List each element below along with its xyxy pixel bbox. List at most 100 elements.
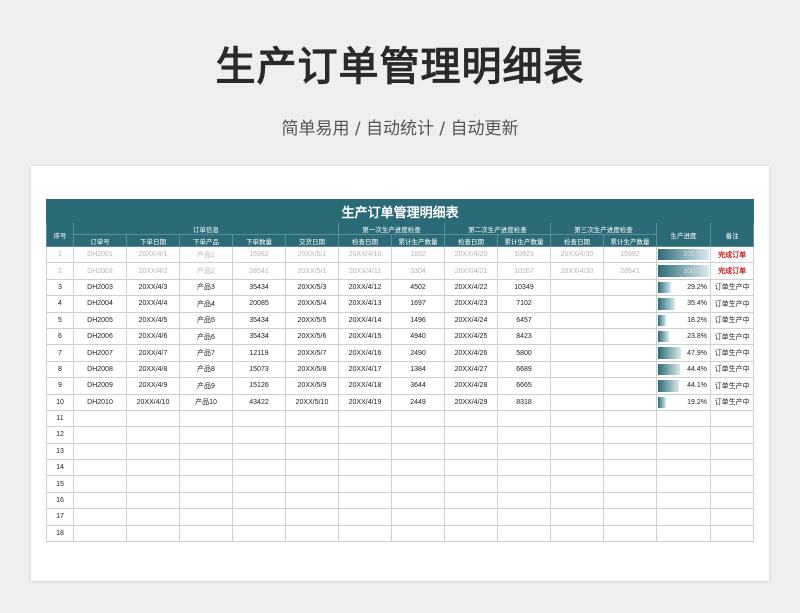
- cell-empty[interactable]: [338, 442, 392, 461]
- cell-c2q[interactable]: 10923: [497, 245, 551, 264]
- cell-qty[interactable]: 35434: [232, 311, 286, 329]
- cell-c2q[interactable]: 6457: [497, 311, 551, 329]
- cell-c2q[interactable]: 7102: [497, 295, 551, 313]
- cell-empty[interactable]: [179, 442, 233, 461]
- cell-empty[interactable]: [232, 409, 286, 428]
- cell-c3q[interactable]: [603, 311, 657, 329]
- cell-empty[interactable]: [497, 459, 551, 477]
- cell-empty[interactable]: [550, 426, 604, 444]
- cell-order[interactable]: DH2002: [73, 262, 127, 280]
- cell-empty[interactable]: [497, 409, 551, 428]
- cell-empty[interactable]: [179, 459, 233, 477]
- cell-qty[interactable]: 35434: [232, 327, 286, 346]
- cell-empty[interactable]: [709, 442, 755, 461]
- cell-empty[interactable]: [285, 491, 339, 510]
- cell-empty[interactable]: [444, 442, 498, 461]
- cell-product[interactable]: 产品10: [179, 393, 233, 411]
- cell-empty[interactable]: [285, 409, 339, 428]
- cell-empty[interactable]: [126, 491, 180, 510]
- cell-empty[interactable]: [179, 475, 233, 493]
- cell-c1q[interactable]: 4940: [391, 327, 445, 346]
- cell-empty[interactable]: [338, 524, 392, 543]
- cell-delivery[interactable]: 20XX/5/7: [285, 344, 339, 362]
- cell-empty[interactable]: [497, 524, 551, 543]
- cell-delivery[interactable]: 20XX/5/4: [285, 295, 339, 313]
- cell-empty[interactable]: [391, 442, 445, 461]
- cell-qty[interactable]: 15073: [232, 360, 286, 379]
- cell-no[interactable]: 8: [46, 360, 74, 379]
- cell-c2q[interactable]: 10267: [497, 262, 551, 280]
- cell-empty[interactable]: [709, 459, 755, 477]
- cell-order[interactable]: DH2008: [73, 360, 127, 379]
- cell-c2d[interactable]: 20XX/4/27: [444, 360, 498, 379]
- cell-delivery[interactable]: 20XX/5/5: [285, 311, 339, 329]
- cell-c3d[interactable]: 20XX/4/30: [550, 245, 604, 264]
- cell-order[interactable]: DH2009: [73, 377, 127, 395]
- cell-no[interactable]: 11: [46, 409, 74, 428]
- cell-c1q[interactable]: 3304: [391, 262, 445, 280]
- cell-empty[interactable]: [179, 426, 233, 444]
- cell-remark[interactable]: 订单生产中: [709, 344, 755, 362]
- cell-qty[interactable]: 20085: [232, 295, 286, 313]
- cell-no[interactable]: 16: [46, 491, 74, 510]
- cell-c3d[interactable]: [550, 344, 604, 362]
- cell-empty[interactable]: [656, 508, 711, 526]
- cell-empty[interactable]: [338, 475, 392, 493]
- cell-empty[interactable]: [391, 508, 445, 526]
- cell-c3q[interactable]: [603, 327, 657, 346]
- cell-delivery[interactable]: 20XX/5/10: [285, 393, 339, 411]
- cell-c2d[interactable]: 20XX/4/28: [444, 377, 498, 395]
- cell-empty[interactable]: [338, 426, 392, 444]
- cell-empty[interactable]: [603, 491, 657, 510]
- cell-empty[interactable]: [179, 508, 233, 526]
- cell-no[interactable]: 6: [46, 327, 74, 346]
- cell-date[interactable]: 20XX/4/3: [126, 278, 180, 297]
- cell-empty[interactable]: [444, 409, 498, 428]
- cell-c1d[interactable]: 20XX/4/14: [338, 311, 392, 329]
- cell-empty[interactable]: [391, 491, 445, 510]
- cell-empty[interactable]: [444, 508, 498, 526]
- cell-order[interactable]: DH2006: [73, 327, 127, 346]
- cell-no[interactable]: 3: [46, 278, 74, 297]
- cell-c1d[interactable]: 20XX/4/11: [338, 262, 392, 280]
- cell-product[interactable]: 产品4: [179, 295, 233, 313]
- cell-empty[interactable]: [232, 524, 286, 543]
- cell-order[interactable]: DH2007: [73, 344, 127, 362]
- cell-product[interactable]: 产品6: [179, 327, 233, 346]
- cell-qty[interactable]: 43422: [232, 393, 286, 411]
- cell-empty[interactable]: [444, 524, 498, 543]
- cell-remark[interactable]: 完成订单: [709, 245, 755, 264]
- cell-c1d[interactable]: 20XX/4/12: [338, 278, 392, 297]
- cell-c3d[interactable]: [550, 393, 604, 411]
- cell-product[interactable]: 产品8: [179, 360, 233, 379]
- cell-empty[interactable]: [126, 409, 180, 428]
- cell-order[interactable]: DH2005: [73, 311, 127, 329]
- cell-no[interactable]: 18: [46, 524, 74, 543]
- cell-progress[interactable]: 44.1%: [656, 377, 711, 395]
- cell-c1q[interactable]: 1832: [391, 245, 445, 264]
- cell-empty[interactable]: [709, 426, 755, 444]
- cell-c1q[interactable]: 1697: [391, 295, 445, 313]
- cell-empty[interactable]: [179, 491, 233, 510]
- cell-order[interactable]: DH2001: [73, 245, 127, 264]
- cell-empty[interactable]: [550, 459, 604, 477]
- cell-c3d[interactable]: 20XX/4/30: [550, 262, 604, 280]
- cell-c2d[interactable]: 20XX/4/20: [444, 245, 498, 264]
- cell-empty[interactable]: [126, 426, 180, 444]
- cell-c3d[interactable]: [550, 278, 604, 297]
- cell-no[interactable]: 2: [46, 262, 74, 280]
- cell-empty[interactable]: [126, 442, 180, 461]
- cell-empty[interactable]: [391, 409, 445, 428]
- cell-empty[interactable]: [709, 475, 755, 493]
- cell-c1d[interactable]: 20XX/4/10: [338, 245, 392, 264]
- cell-c3d[interactable]: [550, 327, 604, 346]
- cell-empty[interactable]: [126, 475, 180, 493]
- cell-qty[interactable]: 12119: [232, 344, 286, 362]
- cell-empty[interactable]: [126, 524, 180, 543]
- cell-empty[interactable]: [603, 426, 657, 444]
- cell-qty[interactable]: 15126: [232, 377, 286, 395]
- cell-c1d[interactable]: 20XX/4/19: [338, 393, 392, 411]
- cell-c1q[interactable]: 1384: [391, 360, 445, 379]
- cell-delivery[interactable]: 20XX/5/3: [285, 278, 339, 297]
- cell-product[interactable]: 产品7: [179, 344, 233, 362]
